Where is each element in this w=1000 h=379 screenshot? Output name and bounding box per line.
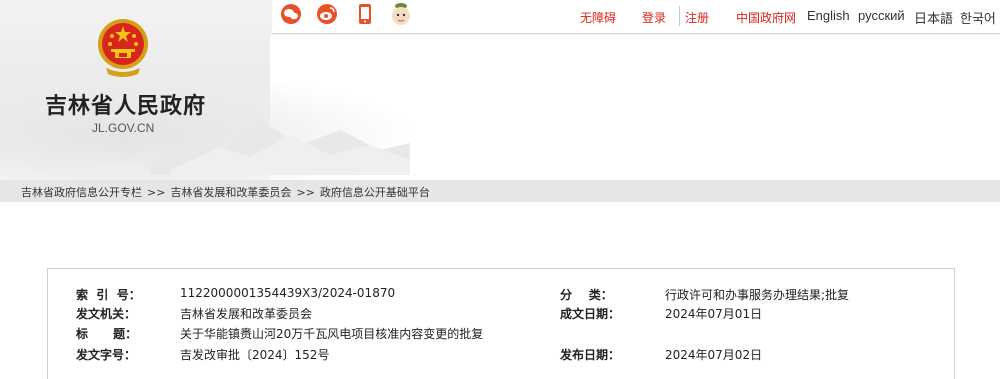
- mobile-icon[interactable]: [354, 3, 376, 25]
- lang-japanese-link[interactable]: 日本語: [914, 8, 953, 27]
- issuer-value: 吉林省发展和改革委员会: [180, 307, 313, 321]
- info-row: 标 题： 关于华能镇赉山河20万千瓦风电项目核准内容变更的批复: [48, 325, 954, 343]
- breadcrumb: 吉林省政府信息公开专栏 >> 吉林省发展和改革委员会 >> 政府信息公开基础平台: [21, 184, 430, 200]
- gov-portal-link[interactable]: 中国政府网: [736, 9, 796, 26]
- publish-date-value: 2024年07月02日: [665, 348, 763, 362]
- written-date-value: 2024年07月01日: [665, 307, 763, 321]
- info-row: 发文机关： 吉林省发展和改革委员会 成文日期： 2024年07月01日: [48, 305, 954, 323]
- breadcrumb-bar: 吉林省政府信息公开专栏 >> 吉林省发展和改革委员会 >> 政府信息公开基础平台: [0, 180, 1000, 202]
- divider: [679, 6, 680, 26]
- doc-number-label: 发文字号：: [76, 348, 137, 362]
- breadcrumb-item[interactable]: 政府信息公开基础平台: [320, 184, 430, 200]
- written-date-label: 成文日期：: [560, 307, 621, 321]
- site-domain: JL.GOV.CN: [92, 121, 155, 135]
- accessibility-link[interactable]: 无障碍: [580, 9, 616, 26]
- title-value: 关于华能镇赉山河20万千瓦风电项目核准内容变更的批复: [180, 327, 484, 341]
- title-label: 标 题：: [76, 327, 138, 341]
- mascot-icon[interactable]: [389, 2, 413, 28]
- breadcrumb-item[interactable]: 吉林省发展和改革委员会: [170, 184, 291, 200]
- document-info-panel: 索 引 号： 1122000001354439X3/2024-01870 分 类…: [47, 268, 955, 379]
- lang-korean-link[interactable]: 한국어: [960, 8, 996, 27]
- weibo-icon[interactable]: [316, 3, 338, 25]
- page: 吉林省人民政府 JL.GOV.CN 无障碍 登录 注册 中国政府网 Englis…: [0, 0, 1000, 379]
- wechat-icon[interactable]: [280, 3, 302, 25]
- national-emblem-icon: [98, 19, 148, 77]
- info-row: 发文字号： 吉发改审批〔2024〕152号 发布日期： 2024年07月02日: [48, 346, 954, 364]
- category-label: 分 类：: [560, 288, 613, 302]
- lang-english-link[interactable]: English: [807, 8, 850, 23]
- publish-date-label: 发布日期：: [560, 348, 621, 362]
- issuer-label: 发文机关：: [76, 307, 137, 321]
- breadcrumb-item[interactable]: 吉林省政府信息公开专栏: [21, 184, 142, 200]
- lang-russian-link[interactable]: русский: [858, 8, 905, 23]
- login-link[interactable]: 登录: [642, 9, 666, 26]
- index-label: 索 引 号：: [76, 288, 141, 302]
- category-value: 行政许可和办事服务办理结果;批复: [665, 288, 850, 302]
- top-bar: 无障碍 登录 注册 中国政府网 English русский 日本語 한국어: [272, 0, 1000, 34]
- register-link[interactable]: 注册: [685, 9, 709, 26]
- index-value: 1122000001354439X3/2024-01870: [180, 286, 396, 300]
- breadcrumb-separator: >>: [296, 186, 315, 199]
- doc-number-value: 吉发改审批〔2024〕152号: [180, 348, 330, 362]
- site-title[interactable]: 吉林省人民政府: [45, 88, 206, 120]
- breadcrumb-separator: >>: [147, 186, 166, 199]
- info-row: 索 引 号： 1122000001354439X3/2024-01870 分 类…: [48, 286, 954, 304]
